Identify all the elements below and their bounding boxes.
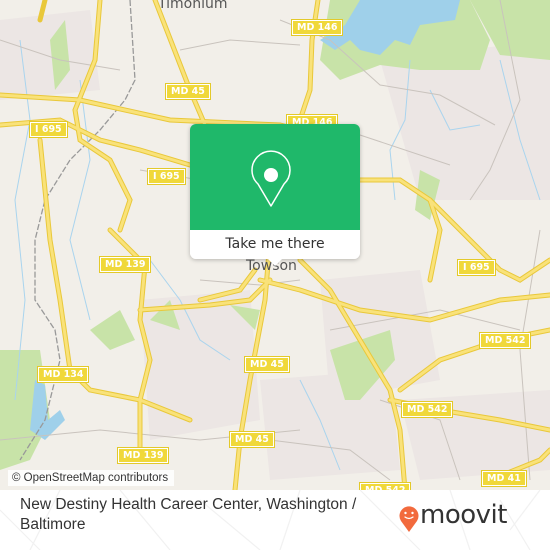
map[interactable]: Timonium Towson MD 146 MD 45 MD 146 I 69… — [0, 0, 550, 490]
map-pin-icon — [251, 150, 291, 207]
road-shield-md146: MD 146 — [290, 19, 344, 36]
road-shield-md139: MD 139 — [98, 256, 152, 273]
road-shield-md139: MD 139 — [116, 447, 170, 464]
road-shield-md542: MD 542 — [400, 401, 454, 418]
moovit-logo[interactable]: moovit — [398, 500, 538, 540]
map-attribution[interactable]: © OpenStreetMap contributors — [8, 470, 175, 486]
road-shield-md45: MD 45 — [165, 83, 211, 100]
road-shield-md45: MD 45 — [229, 431, 275, 448]
location-popup[interactable]: Take me there — [190, 124, 360, 266]
popup-pointer — [266, 257, 284, 266]
road-shield-i695: I 695 — [457, 259, 496, 276]
footer: New Destiny Health Career Center, Washin… — [0, 490, 550, 550]
road-shield-md542: MD 542 — [478, 332, 532, 349]
moovit-wordmark: moovit — [420, 500, 507, 530]
road-shield-md41: MD 41 — [481, 470, 527, 487]
moovit-pin-icon — [399, 506, 419, 532]
popup-header[interactable] — [190, 124, 360, 230]
take-me-there-button[interactable]: Take me there — [190, 230, 360, 259]
road-shield-md45: MD 45 — [244, 356, 290, 373]
place-label-timonium: Timonium — [158, 0, 228, 12]
road-shield-i695: I 695 — [147, 168, 186, 185]
road-shield-i695: I 695 — [29, 121, 68, 138]
road-shield-md134: MD 134 — [36, 366, 90, 383]
location-title: New Destiny Health Career Center, Washin… — [20, 496, 357, 533]
road-shield-md542: MD 542 — [358, 482, 412, 490]
